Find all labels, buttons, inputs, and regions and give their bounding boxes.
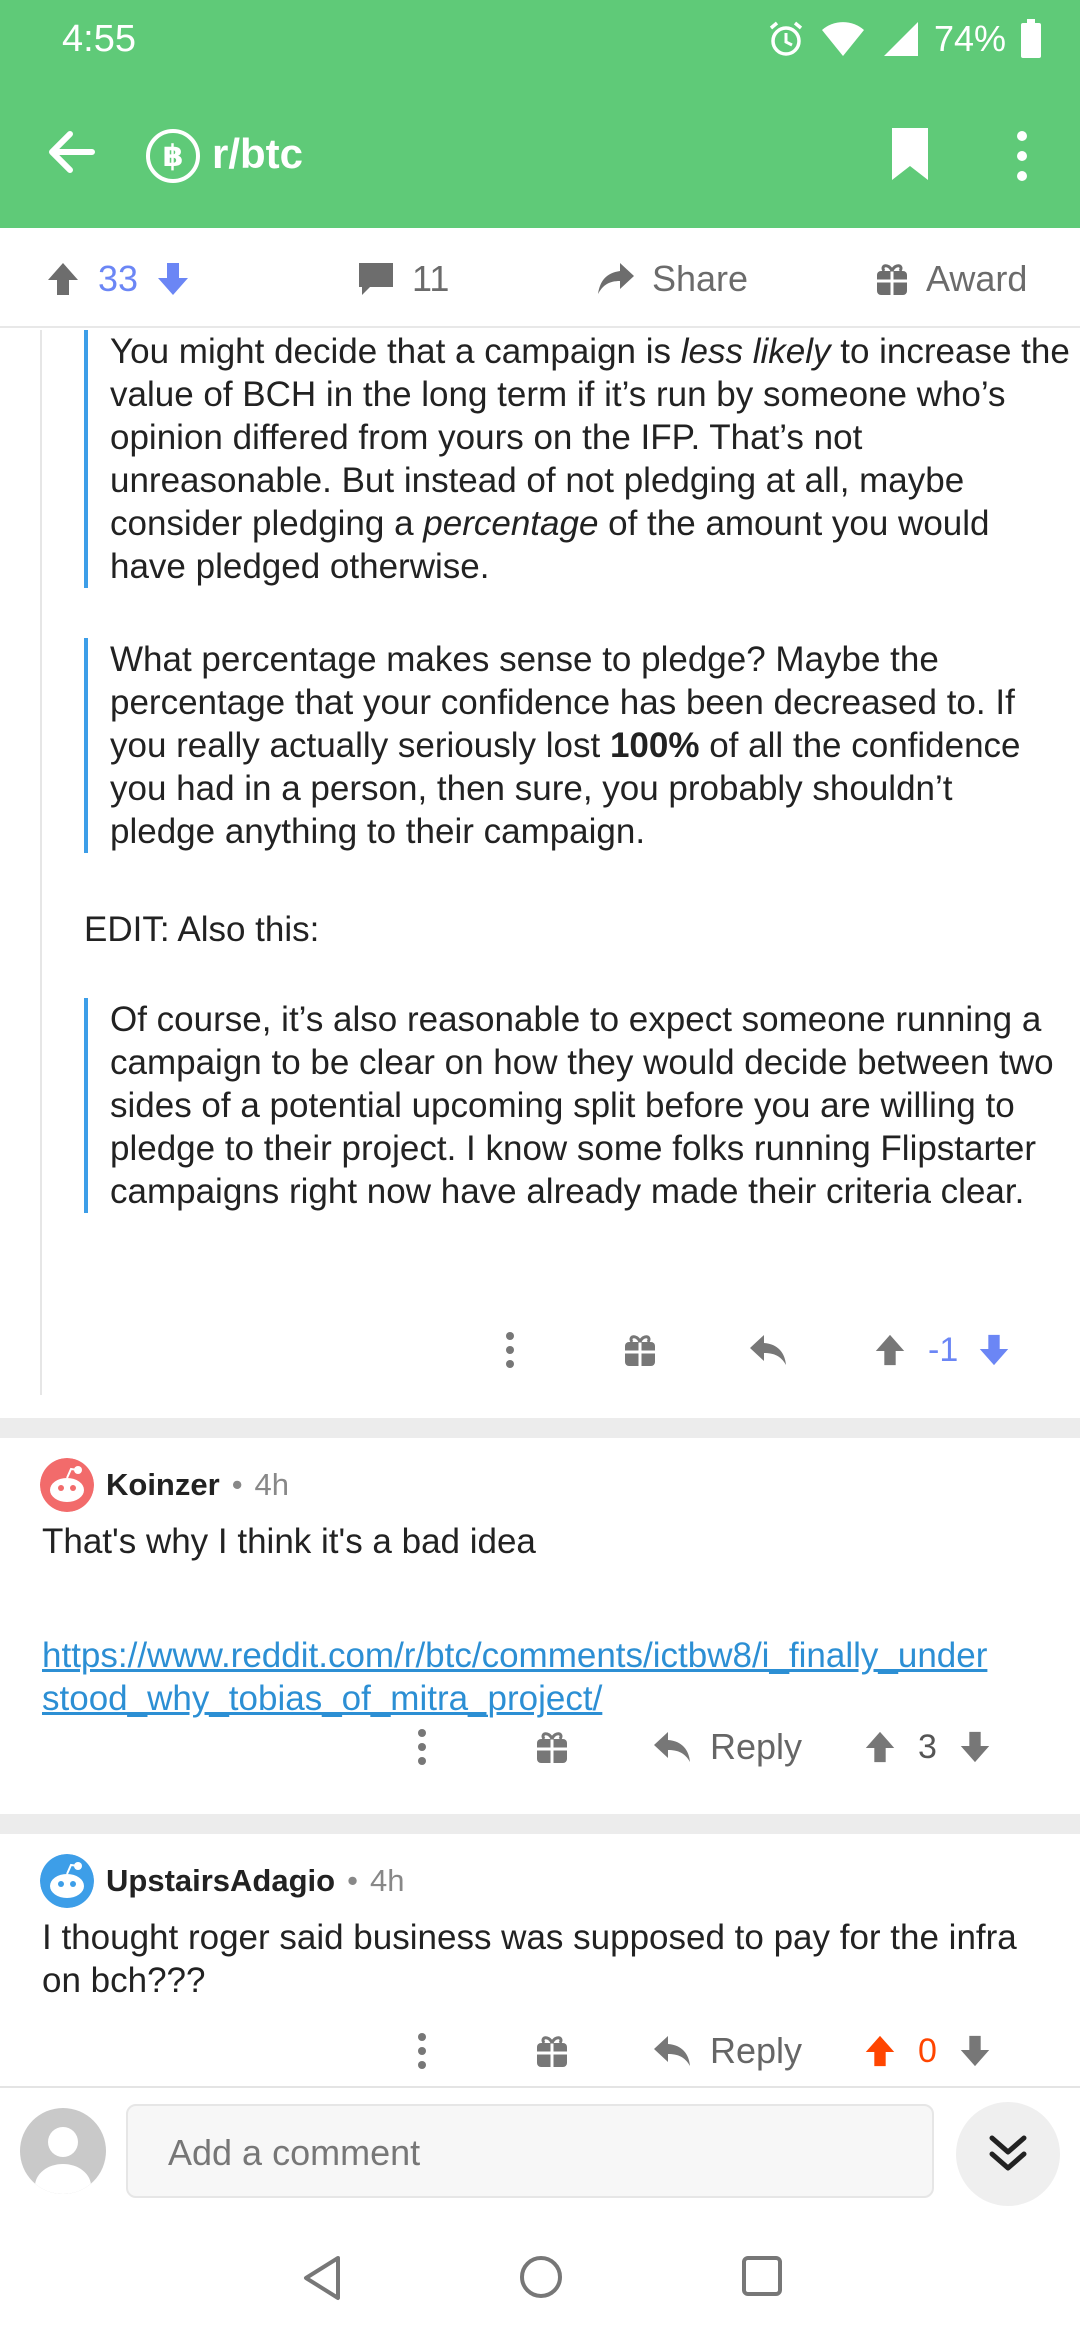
reply-label: Reply	[710, 2030, 803, 2071]
quote-emphasis: less likely	[680, 332, 831, 371]
reply-button[interactable]: Reply	[652, 1726, 802, 1768]
user-avatar[interactable]	[20, 2108, 106, 2194]
comment-score: -1	[928, 1330, 959, 1369]
reply-button[interactable]: Reply	[652, 2030, 802, 2072]
more-vert-icon[interactable]	[410, 1727, 434, 1767]
share-label: Share	[652, 258, 749, 299]
add-comment-input[interactable]: Add a comment	[126, 2104, 934, 2198]
comment-header: UpstairsAdagio • 4h	[40, 1854, 404, 1908]
system-nav-bar	[0, 2216, 1080, 2340]
award-label: Award	[926, 258, 1028, 299]
share-icon	[598, 263, 634, 294]
bookmark-icon[interactable]	[888, 126, 932, 182]
reply-icon	[654, 2036, 690, 2066]
comment-age: 4h	[369, 1863, 405, 1898]
back-arrow-icon[interactable]	[40, 120, 104, 184]
nav-home-icon[interactable]	[518, 2254, 564, 2300]
comment-link[interactable]: https://www.reddit.com/r/btc/comments/ic…	[42, 1634, 1002, 1720]
comment-score: 3	[918, 1727, 937, 1766]
chevron-double-down-icon	[989, 2135, 1027, 2171]
share-button[interactable]: Share	[596, 258, 748, 300]
post-vote-group: 33	[44, 258, 192, 300]
comments-count-button[interactable]: 11	[356, 258, 449, 300]
comments-list: You might decide that a campaign is less…	[0, 330, 1080, 2082]
more-vert-icon[interactable]	[1010, 128, 1034, 184]
reply-label: Reply	[710, 1726, 803, 1767]
comment-header: Koinzer • 4h	[40, 1458, 289, 1512]
upvote-icon[interactable]	[872, 1332, 908, 1368]
sub-icon-letter: ฿	[162, 139, 184, 173]
gift-icon[interactable]	[534, 1729, 570, 1765]
quote-text: Of course, it’s also reasonable to expec…	[110, 1000, 1054, 1211]
reply-icon[interactable]	[748, 1333, 788, 1367]
comment-actions: -1	[498, 1330, 1012, 1370]
comments-count: 11	[412, 258, 450, 299]
post-action-bar: 33 11 Share Award	[0, 228, 1080, 328]
comment-author[interactable]: Koinzer	[106, 1467, 220, 1503]
post-score: 33	[98, 258, 139, 299]
status-time: 4:55	[62, 18, 136, 60]
blockquote: Of course, it’s also reasonable to expec…	[84, 998, 1074, 1213]
blockquote: You might decide that a campaign is less…	[84, 330, 1074, 588]
bitcoin-icon[interactable]: ฿	[146, 129, 200, 183]
alarm-icon	[769, 21, 803, 56]
comment-body: I thought roger said business was suppos…	[42, 1918, 1017, 2000]
avatar[interactable]	[40, 1854, 94, 1908]
downvote-icon[interactable]	[957, 1729, 993, 1765]
award-button[interactable]: Award	[874, 258, 1027, 300]
user-icon	[35, 2127, 91, 2194]
comment-author[interactable]: UpstairsAdagio	[106, 1863, 335, 1899]
comment-icon	[359, 263, 393, 295]
collapse-button[interactable]	[956, 2102, 1060, 2206]
meta-dot: •	[231, 1467, 243, 1502]
upvote-icon[interactable]	[44, 260, 82, 298]
downvote-icon[interactable]	[154, 260, 192, 298]
gift-icon	[877, 264, 907, 295]
downvote-icon[interactable]	[976, 1332, 1012, 1368]
comment-score: 0	[918, 2031, 937, 2070]
meta-dot: •	[347, 1863, 358, 1898]
comment-age: 4h	[254, 1467, 290, 1502]
comment-body: That's why I think it's a bad idea	[42, 1522, 536, 1561]
gift-icon[interactable]	[534, 2033, 570, 2069]
subreddit-name[interactable]: r/btc	[212, 130, 303, 178]
reply-icon	[654, 1732, 690, 1762]
upvote-icon[interactable]	[862, 1729, 898, 1765]
comment-composer: Add a comment	[0, 2086, 1080, 2216]
battery-icon	[1021, 19, 1041, 58]
battery-percent: 74%	[933, 18, 1006, 59]
blockquote: What percentage makes sense to pledge? M…	[84, 638, 1044, 853]
quote-bold: 100%	[609, 726, 700, 765]
app-bar: ฿ r/btc	[0, 78, 1080, 228]
gift-icon[interactable]	[622, 1332, 658, 1368]
wifi-icon	[821, 22, 864, 56]
comment-separator	[0, 1814, 1080, 1834]
comment-separator	[0, 1418, 1080, 1438]
nav-back-icon[interactable]	[300, 2254, 344, 2302]
downvote-icon[interactable]	[957, 2033, 993, 2069]
nav-recents-icon[interactable]	[740, 2254, 784, 2298]
comment-actions: Reply 0	[410, 2030, 993, 2072]
signal-icon	[883, 22, 918, 56]
status-bar: 4:55 74%	[0, 0, 1080, 78]
avatar[interactable]	[40, 1458, 94, 1512]
more-vert-icon[interactable]	[498, 1330, 522, 1370]
more-vert-icon[interactable]	[410, 2031, 434, 2071]
comment-text: EDIT: Also this:	[84, 910, 320, 949]
thread-line[interactable]	[40, 330, 42, 1395]
comment-actions: Reply 3	[410, 1726, 993, 1768]
quote-text: You might decide that a campaign is	[110, 332, 681, 371]
quote-emphasis: percentage	[423, 504, 599, 543]
upvote-icon[interactable]	[862, 2033, 898, 2069]
